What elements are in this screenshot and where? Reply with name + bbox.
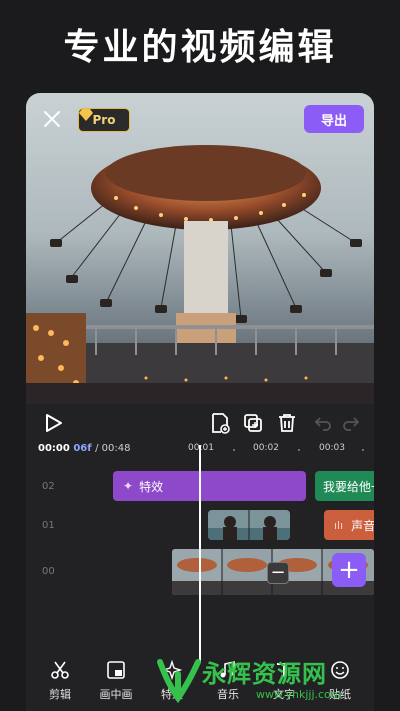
add-keyframe-icon[interactable]: [209, 412, 231, 434]
tick-dot: [298, 449, 300, 451]
effect-clip[interactable]: ✦ 特效: [113, 471, 306, 501]
pip-clip[interactable]: [208, 510, 290, 540]
redo-icon[interactable]: [340, 412, 362, 434]
editor-window: Pro 导出 00:00 06f / 00:48 00:02 00:03 02 …: [26, 93, 374, 711]
watermark: 永辉资源网 www.yhkjjj.com: [150, 650, 400, 711]
playhead[interactable]: [199, 445, 201, 663]
tool-label: 画中画: [99, 688, 133, 701]
tool-label: 剪辑: [49, 688, 71, 701]
timecode: 00:00 06f / 00:48: [38, 443, 130, 454]
close-button[interactable]: [40, 107, 64, 131]
diamond-icon: [79, 109, 93, 121]
remove-transition-button[interactable]: −: [267, 562, 289, 584]
tool-cut[interactable]: 剪辑: [36, 660, 84, 702]
tick-label: 00:02: [253, 443, 279, 453]
pip-icon: [107, 661, 125, 679]
watermark-logo: [157, 659, 201, 704]
add-clip-button[interactable]: +: [332, 553, 366, 587]
total-time: / 00:48: [95, 443, 131, 454]
delete-icon[interactable]: [276, 412, 298, 434]
scissors-icon: [51, 661, 69, 679]
pro-badge[interactable]: Pro: [78, 108, 130, 132]
portrait-thumbnail: [208, 510, 290, 540]
export-button[interactable]: 导出: [304, 105, 364, 133]
undo-icon[interactable]: [312, 412, 334, 434]
tool-picture-in-picture[interactable]: 画中画: [92, 660, 140, 702]
carousel-scene-image: [26, 145, 374, 404]
promo-headline: 专业的视频编辑: [63, 27, 337, 68]
tick-label: 00:03: [319, 443, 345, 453]
pro-label: Pro: [92, 113, 116, 127]
tick-dot: [233, 449, 235, 451]
video-preview[interactable]: Pro 导出: [26, 93, 374, 404]
effect-clip-label: 特效: [139, 479, 164, 494]
sparkle-icon: ✦: [123, 479, 134, 493]
play-icon[interactable]: [42, 412, 64, 434]
playback-controls: [26, 404, 374, 444]
text-clip[interactable]: 我要给他一: [315, 471, 374, 501]
current-time: 00:00: [38, 443, 70, 454]
waveform-icon: ılı: [334, 518, 344, 532]
audio-clip[interactable]: ılı 声音: [324, 510, 374, 540]
track-number: 02: [42, 481, 55, 492]
current-frames: 06f: [73, 443, 92, 454]
track-number: 00: [42, 566, 55, 577]
watermark-title: 永辉资源网: [202, 660, 327, 688]
audio-clip-label: 声音: [351, 518, 374, 533]
tick-dot: [362, 449, 364, 451]
duplicate-icon[interactable]: [242, 412, 264, 434]
track-number: 01: [42, 520, 55, 531]
watermark-url: www.yhkjjj.com: [256, 688, 342, 701]
close-icon: [44, 111, 60, 127]
